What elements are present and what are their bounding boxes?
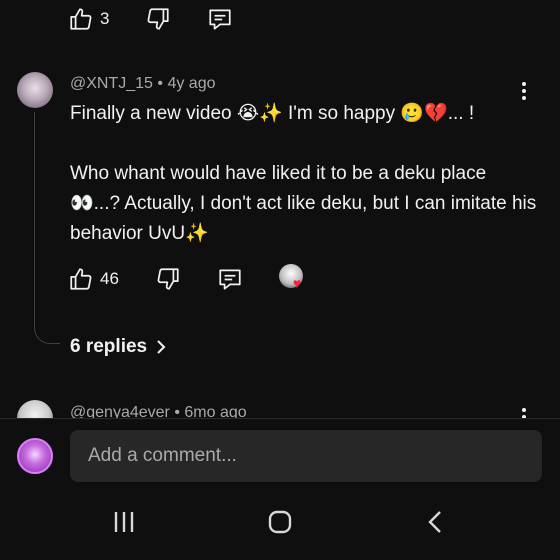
creator-heart-badge: ♥ bbox=[278, 264, 309, 294]
like-button[interactable]: 3 bbox=[68, 6, 109, 32]
meta-separator: • bbox=[157, 75, 163, 92]
current-user-avatar bbox=[17, 438, 53, 474]
thread-connector bbox=[34, 112, 60, 344]
dislike-button[interactable] bbox=[155, 266, 181, 292]
recents-icon bbox=[114, 512, 134, 532]
thumbs-down-icon bbox=[148, 8, 170, 30]
recents-button[interactable] bbox=[110, 508, 138, 541]
replies-toggle[interactable]: 6 replies bbox=[70, 336, 167, 358]
like-count: 46 bbox=[100, 269, 119, 288]
comment-actions: 46 ♥ bbox=[68, 264, 309, 294]
home-button[interactable] bbox=[266, 508, 294, 541]
back-button[interactable] bbox=[422, 508, 450, 541]
reply-button[interactable] bbox=[207, 6, 233, 32]
home-icon bbox=[268, 510, 292, 534]
dislike-button[interactable] bbox=[145, 6, 171, 32]
like-button[interactable]: 46 bbox=[68, 266, 119, 292]
comment-actions-previous: 3 bbox=[68, 4, 269, 34]
comment-input-placeholder: Add a comment... bbox=[88, 445, 237, 466]
comment-meta: @XNTJ_15 • 4y ago bbox=[70, 75, 216, 93]
heart-icon: ♥ bbox=[292, 275, 302, 291]
reply-icon bbox=[219, 269, 241, 290]
comment-input[interactable]: Add a comment... bbox=[70, 430, 542, 482]
reply-icon bbox=[209, 9, 232, 30]
replies-label: 6 replies bbox=[70, 336, 148, 357]
comment-author[interactable]: @XNTJ_15 bbox=[70, 75, 153, 92]
like-count: 3 bbox=[100, 9, 110, 28]
comment-age: 4y ago bbox=[167, 75, 216, 92]
reply-button[interactable] bbox=[217, 266, 243, 292]
system-navigation-bar bbox=[0, 494, 560, 560]
comment-text: Finally a new video 😭✨ I'm so happy 🥲💔..… bbox=[70, 103, 537, 244]
thumbs-down-icon bbox=[157, 268, 179, 290]
thumbs-up-icon bbox=[70, 8, 92, 30]
more-vert-icon[interactable] bbox=[516, 80, 532, 101]
chevron-right-icon bbox=[157, 340, 166, 354]
back-icon bbox=[428, 511, 441, 533]
thumbs-up-icon bbox=[70, 268, 92, 290]
comment-author-avatar[interactable] bbox=[17, 72, 53, 108]
